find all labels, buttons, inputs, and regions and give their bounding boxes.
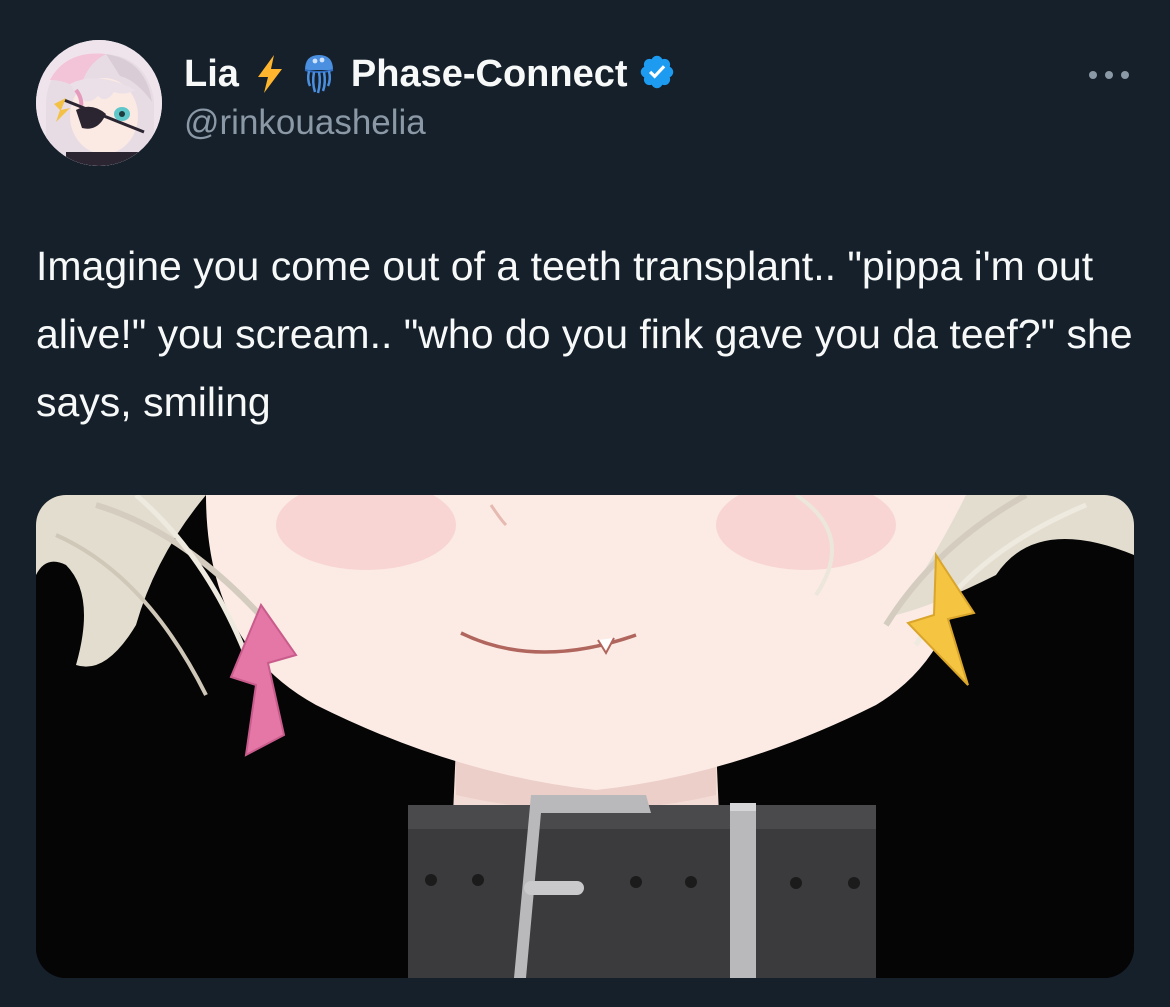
display-name-suffix[interactable]: Phase-Connect — [351, 53, 628, 96]
tweet-media-image[interactable] — [36, 495, 1134, 978]
jellyfish-emoji-icon — [301, 52, 337, 96]
more-icon[interactable] — [1084, 60, 1134, 90]
author-handle[interactable]: @rinkouashelia — [184, 103, 426, 143]
verified-badge-icon[interactable] — [638, 53, 676, 96]
tweet-card: Lia Phase-Connect @rinkouashelia Imagine… — [0, 0, 1170, 1007]
avatar-illustration — [36, 40, 162, 166]
tweet-text: Imagine you come out of a teeth transpla… — [36, 243, 1145, 425]
lightning-emoji-icon — [253, 53, 287, 95]
author-name-row: Lia Phase-Connect — [184, 50, 676, 98]
media-illustration — [36, 495, 1134, 978]
avatar[interactable] — [36, 40, 162, 166]
display-name[interactable]: Lia — [184, 53, 239, 96]
